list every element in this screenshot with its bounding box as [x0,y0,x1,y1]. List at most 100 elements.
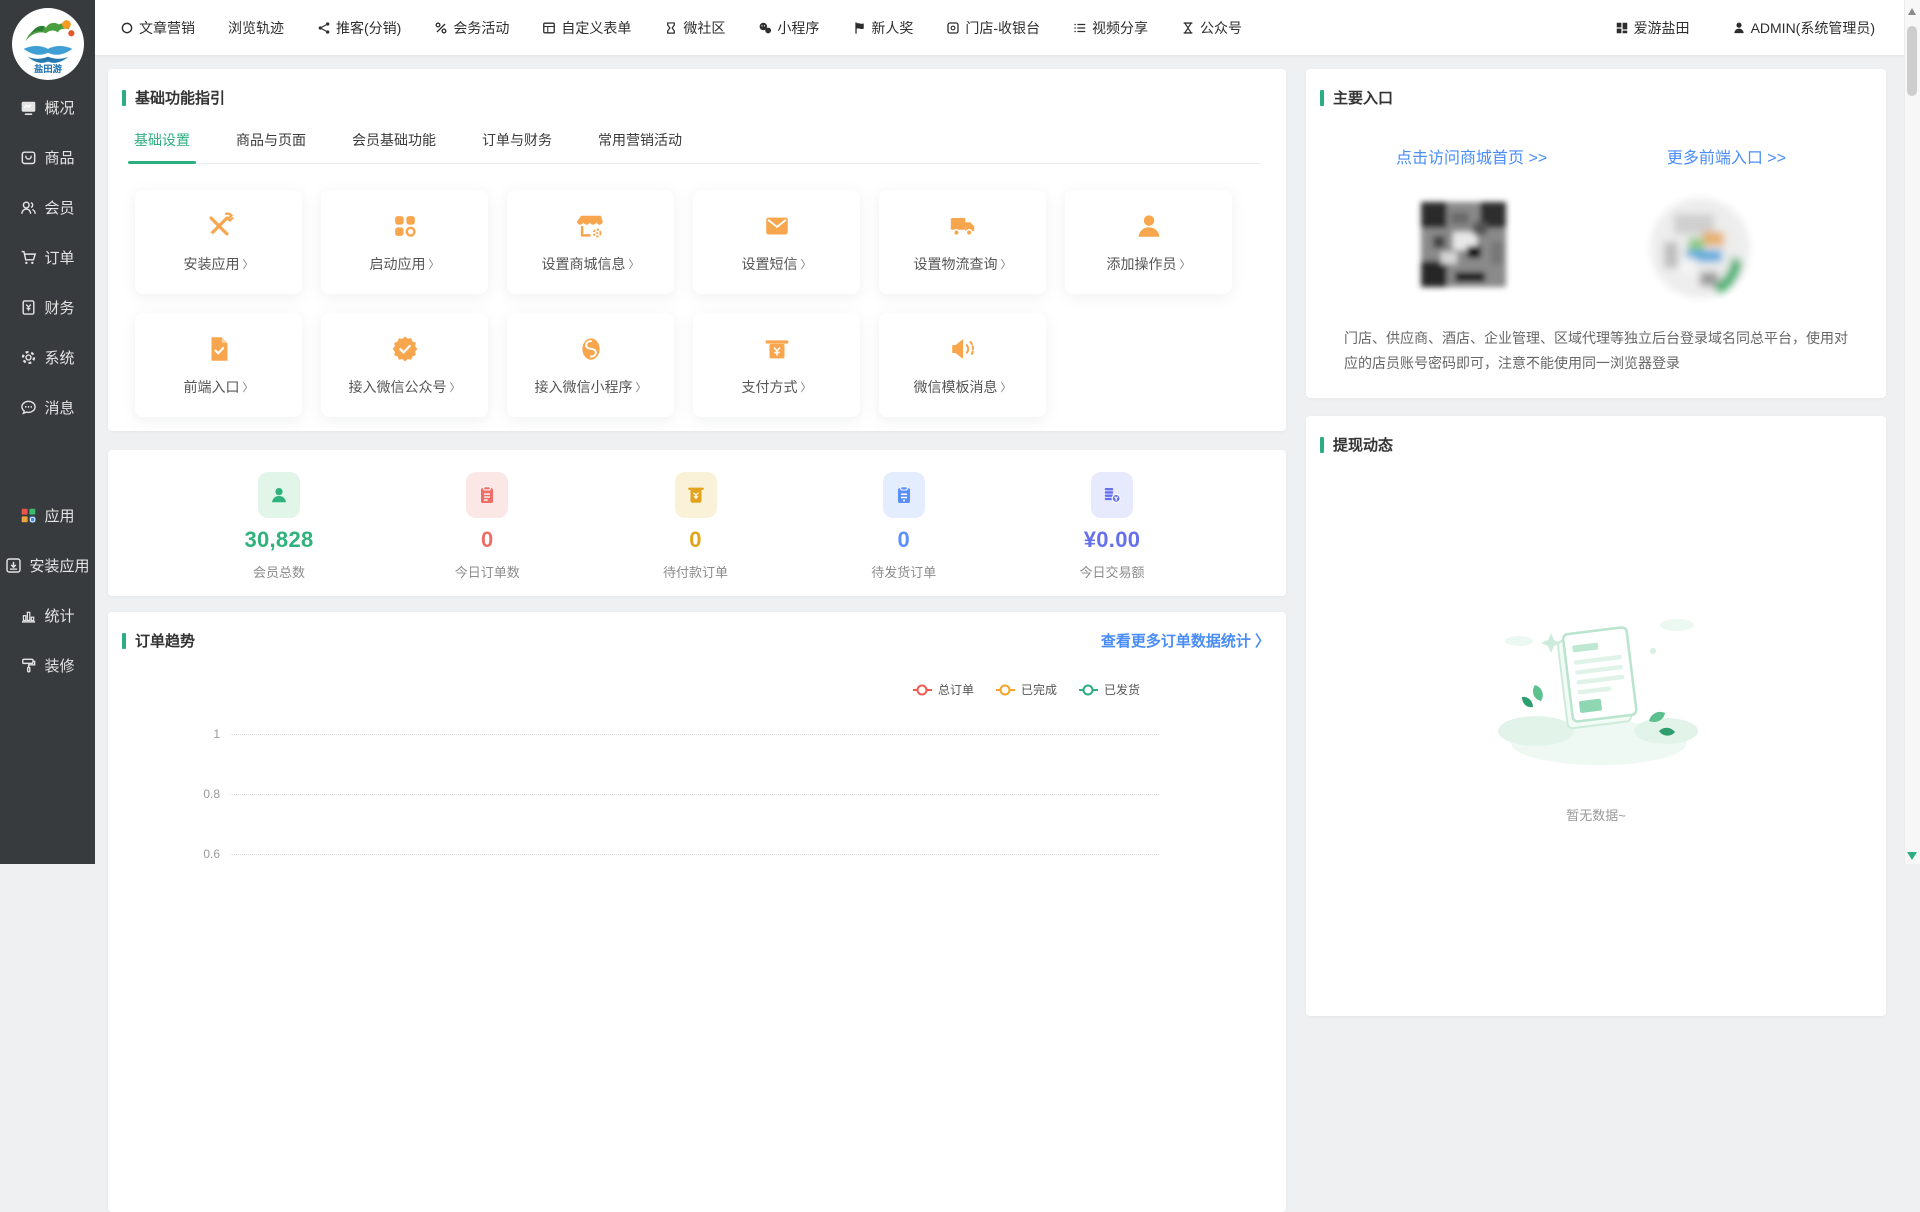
chevron-right-icon: 〉 [636,379,647,395]
stat-item[interactable]: 0 今日订单数 [427,472,547,581]
scroll-up-icon[interactable] [1908,8,1916,15]
sidebar-item-label: 统计 [44,605,74,626]
mall-qr-code [1411,192,1516,297]
guide-card-item[interactable]: 启动应用 〉 [321,190,488,294]
doccheck-icon [204,334,234,364]
stat-item[interactable]: 30,828 会员总数 [219,472,339,581]
guide-card-item[interactable]: 安装应用 〉 [135,190,302,294]
legend-item[interactable]: 已完成 [996,681,1057,698]
sidebar-item[interactable]: 订单 [0,235,95,279]
chevron-right-icon: 〉 [629,256,640,272]
nav-item[interactable]: 新人奖 [852,18,913,38]
nav-item[interactable]: 公众号 [1181,18,1242,38]
sidebar-item[interactable]: 统计 [0,593,95,637]
sidebar-item[interactable]: 商品 [0,135,95,179]
guide-card-item[interactable]: 接入微信公众号 〉 [321,313,488,417]
stat-item[interactable]: 0 待发货订单 [844,472,964,581]
jar-icon [675,472,717,518]
nav-item-label: 门店-收银台 [965,18,1040,38]
guide-card-label: 添加操作员 [1107,254,1177,274]
tab[interactable]: 商品与页面 [236,130,306,163]
guide-card-item[interactable]: 添加操作员 〉 [1065,190,1232,294]
sidebar-item[interactable]: 消息 [0,385,95,429]
nav-item[interactable]: 会务活动 [434,18,509,38]
sidebar-item-label: 消息 [44,397,74,418]
nav-item[interactable]: 视频分享 [1073,18,1148,38]
circle-icon [120,21,134,35]
stat-item[interactable]: 0 待付款订单 [636,472,756,581]
sidebar-item[interactable]: 安装应用 [0,543,95,587]
scrollbar-thumb[interactable] [1907,26,1917,96]
chevron-right-icon: 〉 [429,256,440,272]
scrollbar[interactable] [1904,0,1920,864]
nav-item[interactable]: 门店-收银台 [946,18,1040,38]
operator-icon [1134,211,1164,241]
legend-item[interactable]: 已发货 [1079,681,1140,698]
guide-card-item[interactable]: 微信模板消息 〉 [879,313,1046,417]
withdraw-card: 提现动态 [1306,416,1886,1016]
sidebar-item[interactable]: 应用 [0,493,95,537]
guide-card-label: 设置物流查询 [914,254,998,274]
logo-text: 盐田游 [34,63,62,74]
entry-link[interactable]: 更多前端入口 >> [1667,144,1786,168]
legend-item[interactable]: 总订单 [913,681,974,698]
guide-card-item[interactable]: 接入微信小程序 〉 [507,313,674,417]
nav-item-label: 浏览轨迹 [228,18,284,38]
chart-grid-row: 0.6 [108,824,1286,884]
guide-card: 基础功能指引 基础设置 商品与页面 会员基础功能 [108,69,1286,431]
y-axis-tick: 1 [108,727,230,741]
decorate-icon [20,657,37,674]
sidebar-item-label: 装修 [44,655,74,676]
nav-item[interactable]: 文章营销 [120,18,195,38]
entry-link[interactable]: 点击访问商城首页 >> [1396,144,1547,168]
mall-name: 爱游盐田 [1634,18,1690,38]
tab[interactable]: 常用营销活动 [598,130,682,163]
stats-row: 30,828 会员总数 0 今日订单数 0 待付款订单 [108,450,1286,581]
more-order-stats-link[interactable]: 查看更多订单数据统计 〉 [1101,630,1270,651]
scroll-down-icon[interactable] [1907,852,1917,860]
tab[interactable]: 基础设置 [134,130,190,163]
nav-item-label: 公众号 [1200,18,1242,38]
sidebar-item[interactable]: 概况 [0,85,95,129]
chevron-right-icon: 〉 [1001,379,1012,395]
nav-item[interactable]: 微社区 [664,18,725,38]
guide-card-item[interactable]: 设置物流查询 〉 [879,190,1046,294]
nav-item[interactable]: 推客(分销) [317,18,401,38]
nav-item[interactable]: 自定义表单 [542,18,631,38]
stat-label: 今日交易额 [1079,562,1144,581]
mall-switcher[interactable]: 爱游盐田 [1615,18,1690,38]
sidebar-item[interactable]: 财务 [0,285,95,329]
user-icon [1732,21,1746,35]
order-trend-chart: 1 0.8 0.6 [108,704,1286,884]
stat-label: 待发货订单 [871,562,936,581]
tab[interactable]: 会员基础功能 [352,130,436,163]
members-icon [20,199,37,216]
logo[interactable]: 盐田游 [12,8,84,80]
user-menu[interactable]: ADMIN(系统管理员) [1732,18,1875,38]
withdraw-title: 提现动态 [1333,434,1393,455]
nav-item[interactable]: 浏览轨迹 [228,18,284,38]
guide-card-item[interactable]: 前端入口 〉 [135,313,302,417]
sidebar-item[interactable]: 装修 [0,643,95,687]
guide-card-item[interactable]: 设置商城信息 〉 [507,190,674,294]
stat-item[interactable]: ¥0.00 今日交易额 [1052,472,1172,581]
hourglass-icon [664,21,678,35]
sidebar-item[interactable]: 系统 [0,335,95,379]
section-accent-bar [1320,90,1324,106]
guide-card-item[interactable]: 支付方式 〉 [693,313,860,417]
main-entry-card: 主要入口 点击访问商城首页 >> 更多前端入口 >> [1306,69,1886,398]
sidebar-item[interactable]: 会员 [0,185,95,229]
tab-label: 订单与财务 [482,132,552,148]
sidebar-item-label: 商品 [44,147,74,168]
sidebar: 盐田游 概况 商品 会员 订单 [0,0,95,864]
nav-item-label: 文章营销 [139,18,195,38]
stat-label: 会员总数 [253,562,305,581]
legend-label: 已完成 [1021,681,1057,698]
stats-card: 30,828 会员总数 0 今日订单数 0 待付款订单 [108,450,1286,596]
member-icon [258,472,300,518]
sidebar-item-label: 安装应用 [29,555,89,576]
nav-item[interactable]: 小程序 [758,18,819,38]
tab[interactable]: 订单与财务 [482,130,552,163]
guide-card-item[interactable]: 设置短信 〉 [693,190,860,294]
sidebar-item-label: 会员 [44,197,74,218]
